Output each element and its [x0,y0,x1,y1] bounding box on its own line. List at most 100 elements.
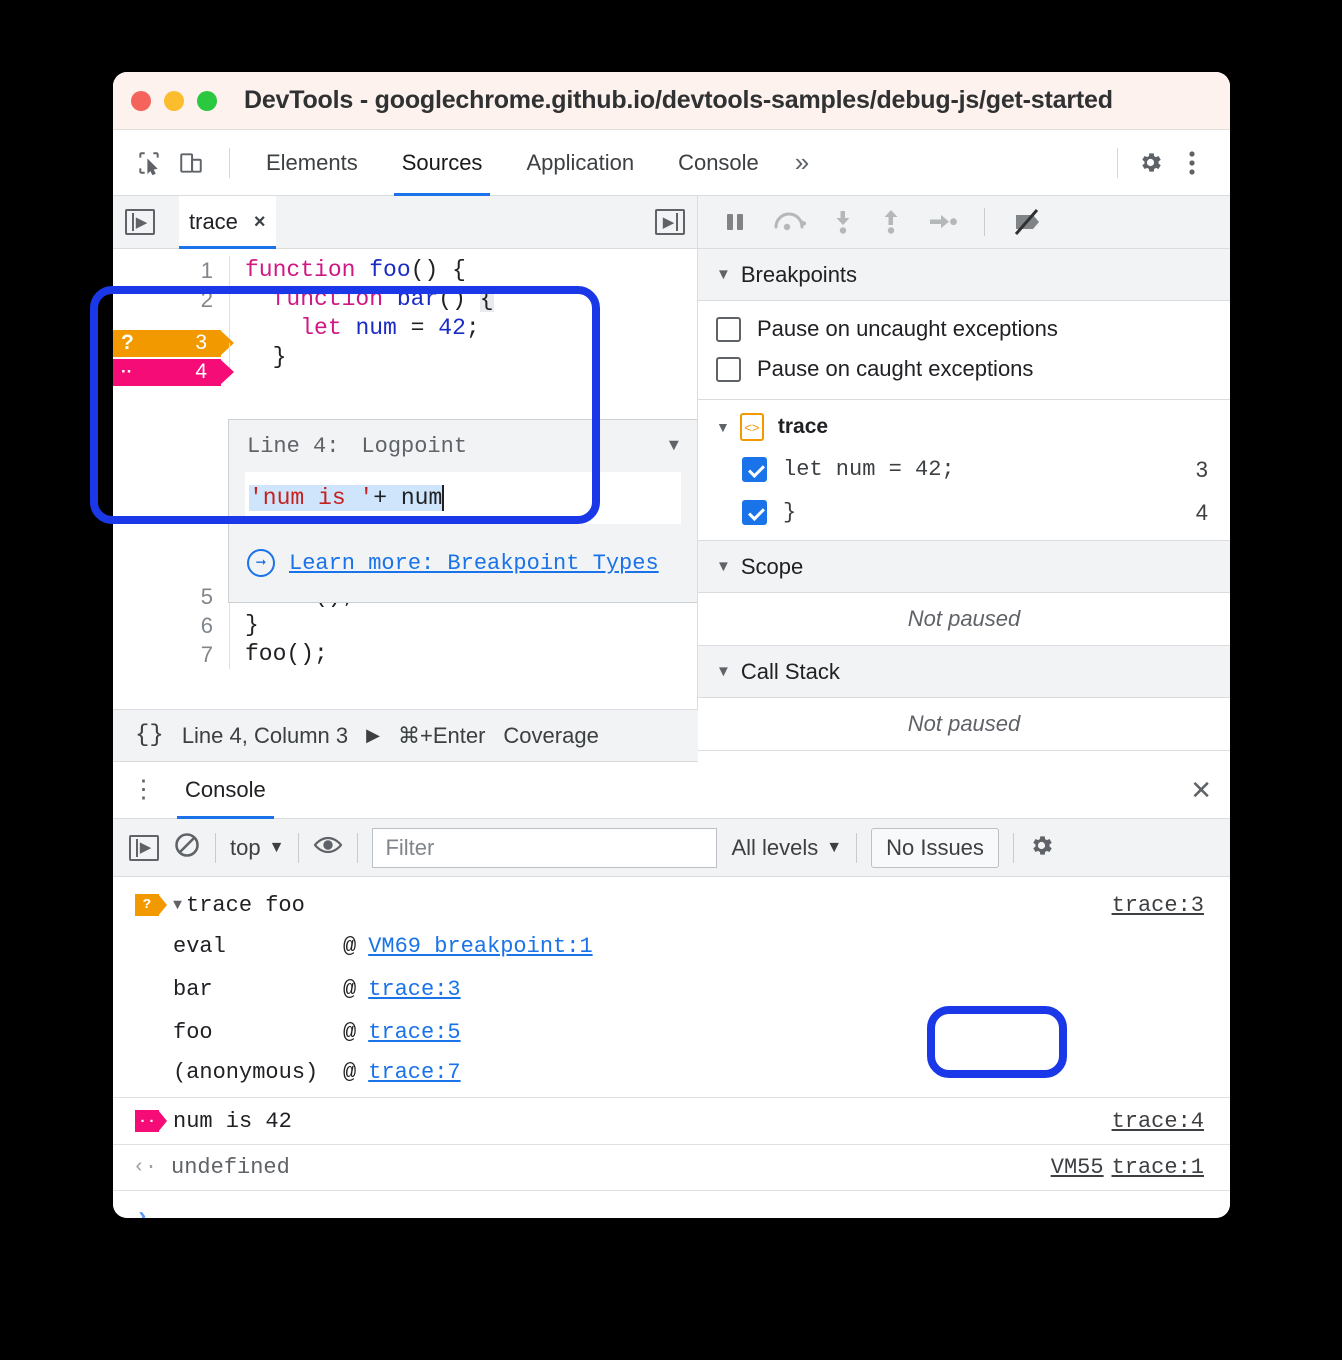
code-line: 7 foo(); [113,640,697,669]
scope-section-header[interactable]: ▼ Scope [698,541,1230,593]
scope-not-paused: Not paused [698,593,1230,646]
console-source-link-vm[interactable]: VM55 trace:1 [1051,1155,1204,1180]
drawer-tabbar: ⋮ Console ✕ [113,762,1230,819]
logpoint-editor-popup[interactable]: Line 4: Logpoint ▼ 'num is ' + num ➞ Lea… [228,419,697,603]
chevron-down-icon: ▼ [716,558,731,575]
pretty-print-icon[interactable]: {} [135,722,164,749]
code-text: let num = 42; [229,314,697,343]
stack-frame-link[interactable]: VM69 breakpoint:1 [368,934,592,959]
step-over-icon[interactable] [772,209,806,235]
checkbox-breakpoint-3[interactable] [742,457,767,482]
breakpoints-section-header[interactable]: ▼ Breakpoints [698,249,1230,301]
file-tab-label: trace [189,209,238,234]
step-out-icon[interactable] [880,209,902,235]
line-number[interactable]: 2 [113,287,229,313]
breakpoint-row[interactable]: let num = 42; 3 [698,448,1230,491]
console-toolbar-divider-2 [298,832,300,863]
kebab-menu-icon[interactable]: ⋮ [131,777,156,801]
show-navigator-icon[interactable]: ▶ [125,209,155,235]
show-debugger-icon[interactable]: ▶ [655,209,685,235]
logpoint-type-value[interactable]: Logpoint [361,434,467,459]
close-traffic-light[interactable] [131,90,151,111]
file-tab-trace[interactable]: trace × [179,195,276,249]
clear-console-icon[interactable] [173,831,201,864]
stack-frame-link[interactable]: trace:3 [368,977,460,1002]
logpoint-expression-input[interactable]: 'num is ' + num [245,472,681,524]
console-sidebar-icon[interactable]: ▶ [129,834,159,861]
run-shortcut-label: ⌘+Enter [397,722,486,748]
source-file-icon: <> [739,413,764,441]
close-icon[interactable]: ✕ [1190,775,1212,806]
line-number[interactable]: 7 [113,642,229,668]
console-message-trace[interactable]: ? ▼ trace foo trace:3 [113,877,1230,925]
return-arrow-icon: ‹· [133,1156,158,1179]
breakpoint-file-group-trace[interactable]: ▼ <> trace [698,406,1230,448]
more-tabs-icon[interactable]: » [781,147,823,178]
run-snippet-icon[interactable]: ▶ [366,725,380,746]
chevron-down-icon: ▼ [716,266,731,283]
vm-source: trace:1 [1111,1155,1204,1180]
step-icon[interactable] [928,211,958,233]
console-prompt[interactable]: › [113,1190,1230,1218]
editor-status-bar: {} Line 4, Column 3 ▶ ⌘+Enter Coverage [113,709,698,762]
stack-frame-link[interactable]: trace:7 [368,1060,460,1085]
minimize-traffic-light[interactable] [164,90,184,111]
tab-console[interactable]: Console [656,130,781,196]
line-number[interactable]: 6 [113,613,229,639]
inspect-cursor-icon[interactable] [131,145,167,181]
no-issues-button[interactable]: No Issues [871,827,999,868]
line-number[interactable]: 5 [113,584,229,610]
toolbar-divider [229,147,230,178]
device-toolbar-icon[interactable] [173,145,209,181]
pause-on-uncaught-exceptions-row[interactable]: Pause on uncaught exceptions [698,309,1230,349]
stack-at-symbol: @ [343,977,357,1002]
pause-on-caught-exceptions-row[interactable]: Pause on caught exceptions [698,349,1230,389]
logpoint-badge-icon: ·· [135,1110,167,1132]
console-message-logpoint[interactable]: ·· num is 42 trace:4 [113,1097,1230,1145]
console-toolbar-divider-5 [1012,832,1014,863]
tab-sources[interactable]: Sources [380,130,505,196]
expand-triangle-icon[interactable]: ▼ [173,897,182,914]
learn-more-breakpoint-types-link[interactable]: Learn more: Breakpoint Types [289,551,659,576]
close-icon[interactable]: × [254,211,266,234]
resume-pause-icon[interactable] [724,210,746,234]
chevron-down-icon[interactable]: ▼ [669,437,679,456]
stack-frame-name: eval [173,934,226,959]
line-number[interactable]: 1 [113,258,229,284]
console-source-link[interactable]: trace:3 [1112,893,1204,918]
console-messages: ? ▼ trace foo trace:3 eval @ VM69 breakp… [113,877,1230,1218]
callstack-section-header[interactable]: ▼ Call Stack [698,646,1230,698]
stack-at-symbol: @ [343,934,357,959]
code-editor[interactable]: 1 function foo() { 2 function bar() { ? … [113,249,697,709]
live-expression-icon[interactable] [313,833,343,862]
console-source-link-trace4[interactable]: trace:4 [1112,1109,1204,1134]
gear-icon[interactable] [1132,145,1168,181]
stack-frame-name: foo [173,1020,213,1045]
text-cursor [442,485,445,511]
checkbox-breakpoint-4[interactable] [742,500,767,525]
tab-application[interactable]: Application [504,130,656,196]
gear-icon[interactable] [1028,832,1055,864]
zoom-traffic-light[interactable] [197,90,217,111]
stack-frame-link[interactable]: trace:5 [368,1020,460,1045]
logpoint-expression-rest: + num [373,485,443,511]
breakpoint-row[interactable]: } 4 [698,491,1230,534]
step-into-icon[interactable] [832,209,854,235]
warning-badge-icon: ? [135,894,167,916]
drawer-tab-console[interactable]: Console [177,762,274,819]
kebab-menu-icon[interactable] [1174,145,1210,181]
console-context-selector[interactable]: top ▼ [230,835,284,861]
stack-frame-row: eval @ VM69 breakpoint:1 [113,925,1230,968]
console-levels-value: All levels [731,834,819,860]
checkbox-uncaught[interactable] [716,316,741,342]
window-title: DevTools - googlechrome.github.io/devtoo… [244,86,1113,114]
deactivate-breakpoints-icon[interactable] [1011,208,1043,236]
checkbox-caught[interactable] [716,356,741,382]
console-levels-selector[interactable]: All levels ▼ [731,835,842,861]
tab-elements[interactable]: Elements [244,130,380,196]
coverage-label[interactable]: Coverage [503,723,598,749]
pause-exception-options: Pause on uncaught exceptions Pause on ca… [698,301,1230,399]
console-filter-input[interactable]: Filter [372,827,718,868]
stack-frame-row: foo @ trace:5 [113,1011,1230,1054]
logpoint-header[interactable]: Line 4: Logpoint ▼ [229,420,697,472]
